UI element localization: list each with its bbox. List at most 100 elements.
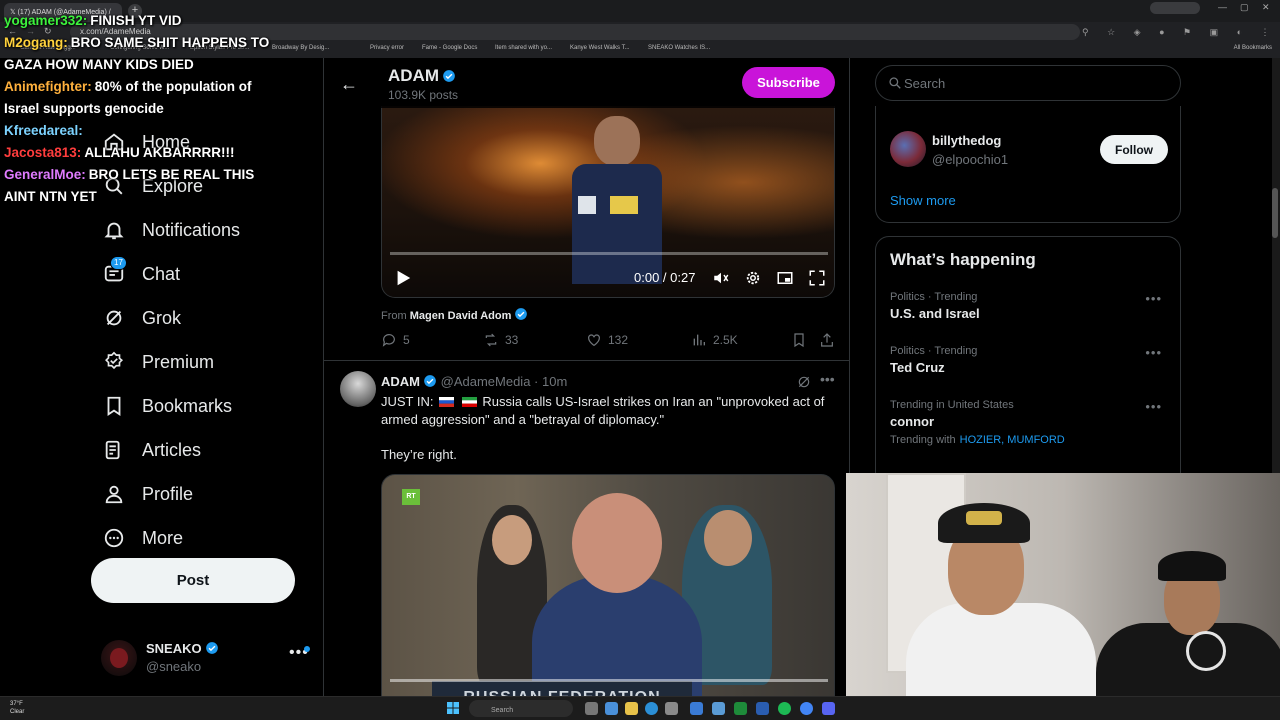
grok-icon — [102, 306, 126, 330]
windows-start-icon[interactable] — [447, 702, 459, 714]
excel-icon[interactable] — [734, 702, 747, 715]
nav-label: Profile — [142, 483, 194, 504]
video-subject — [552, 116, 682, 286]
post-count: 103.9K posts — [388, 88, 459, 102]
chat-message: M2ogang: BRO SAME SHIT HAPPENS TO GAZA HO… — [4, 32, 289, 76]
app-icon[interactable] — [605, 702, 618, 715]
nav-item-grok[interactable]: Grok — [90, 296, 310, 340]
all-bookmarks[interactable]: All Bookmarks — [1234, 45, 1272, 51]
nav-label: Notifications — [142, 219, 241, 240]
verified-badge-icon — [205, 642, 218, 654]
nav-item-premium[interactable]: Premium — [90, 340, 310, 384]
nav-label: Grok — [142, 307, 182, 328]
nav-item-chat[interactable]: 17 Chat — [90, 252, 310, 296]
tweet-time[interactable]: · 10m — [534, 374, 567, 389]
like-button[interactable]: 132 — [586, 332, 628, 348]
bookmark-item[interactable]: Item shared with yo... — [495, 45, 552, 51]
bookmark-item[interactable]: Kanye West Walks T... — [570, 45, 630, 51]
share-icon[interactable] — [819, 332, 835, 348]
chat-text: FINISH YT VID — [90, 13, 182, 28]
video-time: 0:00 / 0:27 — [634, 270, 696, 285]
nav-label: Articles — [142, 439, 202, 460]
views-chart-icon — [693, 334, 705, 346]
discord-icon[interactable] — [822, 702, 835, 715]
trend-item[interactable]: Trending in United States connor Trendin… — [890, 399, 1170, 455]
show-more-link[interactable]: Show more — [890, 193, 956, 208]
more-options-icon[interactable]: ••• — [1145, 291, 1162, 306]
extension-icons[interactable]: ⚲ ☆ ◈ ● ⚑ ▣ ◐ ⋮ — [1082, 27, 1278, 38]
stream-chat-overlay: yogamer332: FINISH YT VID M2ogang: BRO SAME… — [4, 10, 289, 208]
search-input[interactable] — [904, 74, 1164, 92]
suggested-user-name[interactable]: billythedog — [932, 133, 1001, 148]
rt-logo: RT — [402, 489, 420, 505]
avatar[interactable] — [340, 371, 376, 407]
chrome-icon[interactable] — [800, 702, 813, 715]
picture-in-picture-icon[interactable] — [776, 269, 794, 287]
profile-chip[interactable] — [1150, 2, 1200, 14]
subscribe-button[interactable]: Subscribe — [742, 67, 835, 98]
scrollbar-thumb[interactable] — [1272, 188, 1278, 238]
settings-gear-icon[interactable] — [744, 269, 762, 287]
author-name[interactable]: ADAM — [381, 374, 420, 389]
spotify-icon[interactable] — [778, 702, 791, 715]
source-name[interactable]: Magen David Adom — [410, 310, 512, 322]
scrollbar[interactable] — [1272, 58, 1280, 473]
views-button[interactable]: 2.5K — [691, 332, 738, 348]
nav-label: More — [142, 527, 184, 548]
nav-item-more[interactable]: More — [90, 516, 310, 560]
close-icon[interactable]: ✕ — [1262, 2, 1270, 13]
trend-with-links[interactable]: HOZIER, MUMFORD — [960, 434, 1065, 446]
fullscreen-icon[interactable] — [808, 269, 826, 287]
repost-button[interactable]: 33 — [483, 332, 518, 348]
bookmark-icon[interactable] — [791, 332, 807, 348]
play-icon[interactable] — [394, 268, 412, 288]
trend-item[interactable]: Politics · Trending U.S. and Israel ••• — [890, 291, 1170, 335]
video-player[interactable]: 0:00 / 0:27 — [381, 106, 835, 298]
author-handle[interactable]: @AdameMedia — [441, 374, 531, 389]
bookmark-item[interactable]: Privacy error — [370, 45, 404, 51]
unread-badge: 17 — [110, 256, 127, 270]
chat-username: yogamer332: — [4, 13, 88, 28]
avatar[interactable] — [890, 131, 926, 167]
reply-button[interactable]: 5 — [381, 332, 410, 348]
back-arrow-icon[interactable]: ← — [340, 74, 358, 95]
nav-item-bookmarks[interactable]: Bookmarks — [90, 384, 310, 428]
weather-widget[interactable]: 37°F Clear — [10, 700, 24, 716]
nav-item-notifications[interactable]: Notifications — [90, 208, 310, 252]
nav-item-profile[interactable]: Profile — [90, 472, 310, 516]
app-icon[interactable] — [756, 702, 769, 715]
minimize-icon[interactable]: — — [1218, 2, 1227, 12]
taskbar-search[interactable]: Search — [469, 700, 573, 717]
bookmark-item[interactable]: Fame - Google Docs — [422, 45, 477, 51]
video-progress-bar[interactable] — [390, 252, 828, 255]
iran-flag-icon — [461, 397, 477, 407]
video-player[interactable]: RT RUSSIAN FEDERATION — [381, 474, 835, 720]
video-progress-bar[interactable] — [390, 679, 828, 682]
nav-label: Premium — [142, 351, 215, 372]
more-options-icon[interactable]: ••• — [820, 371, 835, 387]
bookmark-item[interactable]: SNEAKO Watches IS... — [648, 45, 710, 51]
post-button[interactable]: Post — [91, 558, 295, 603]
trend-item[interactable]: Politics · Trending Ted Cruz ••• — [890, 345, 1170, 389]
edge-icon[interactable] — [645, 702, 658, 715]
more-options-icon[interactable]: ••• — [1145, 399, 1162, 414]
tweet-text-line: They’re right. — [381, 447, 457, 462]
nav-item-articles[interactable]: Articles — [90, 428, 310, 472]
search-box[interactable] — [875, 65, 1181, 101]
app-icon[interactable] — [665, 702, 678, 715]
tweet[interactable]: ADAM @AdameMedia · 10m ••• JUST IN: Russ… — [324, 361, 849, 720]
app-icon[interactable] — [690, 702, 703, 715]
trend-name: connor — [890, 414, 935, 429]
account-switcher[interactable]: SNEAKO @sneako ••• — [101, 638, 311, 678]
more-options-icon[interactable]: ••• — [1145, 345, 1162, 360]
webcam-overlay — [846, 473, 1280, 720]
file-explorer-icon[interactable] — [625, 702, 638, 715]
app-icon[interactable] — [712, 702, 725, 715]
volume-icon[interactable] — [712, 269, 730, 287]
follow-button[interactable]: Follow — [1100, 135, 1168, 164]
chat-icon: 17 — [102, 256, 127, 286]
grok-icon[interactable] — [796, 374, 812, 390]
task-view-icon[interactable] — [585, 702, 598, 715]
verified-badge-icon — [443, 70, 455, 82]
maximize-icon[interactable]: ▢ — [1240, 2, 1249, 13]
